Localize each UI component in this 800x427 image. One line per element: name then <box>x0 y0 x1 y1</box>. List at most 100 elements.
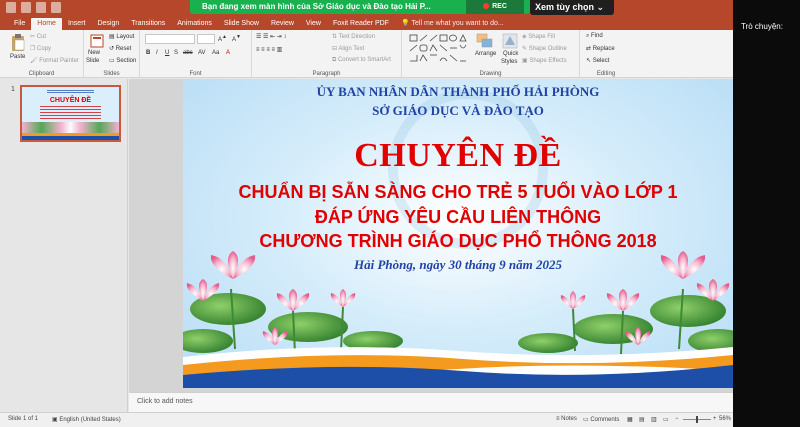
slide-canvas[interactable]: ỦY BAN NHÂN DÂN THÀNH PHỐ HẢI PHÒNG SỞ G… <box>183 79 733 388</box>
align-icons[interactable]: ≡ ≡ ≡ ≡ ▥ <box>256 46 282 53</box>
sorter-view-icon[interactable]: ▤ <box>639 416 645 423</box>
zoom-level[interactable]: 56% <box>719 416 731 422</box>
format-painter-button[interactable]: 🖌 Format Painter <box>30 57 79 64</box>
cut-button[interactable]: ✂ Cut <box>30 33 46 40</box>
smartart-button[interactable]: ⧉ Convert to SmartArt <box>332 57 391 64</box>
font-name-input[interactable] <box>145 34 195 44</box>
change-case-icon[interactable]: Aa <box>212 50 219 56</box>
font-group-label: Font <box>189 71 202 77</box>
section-button[interactable]: ▭ Section <box>109 57 136 64</box>
zoom-in-icon[interactable]: + <box>713 416 717 422</box>
recording-indicator[interactable]: REC <box>466 0 524 14</box>
subtitle-line-2: ĐÁP ỨNG YÊU CẦU LIÊN THÔNG <box>314 207 602 227</box>
tab-view[interactable]: View <box>300 18 327 30</box>
ribbon: Paste ✂ Cut ❐ Copy 🖌 Format Painter Clip… <box>0 30 733 78</box>
shrink-font-icon[interactable]: A▼ <box>232 34 241 43</box>
cursor-icon: ↖ <box>586 58 593 64</box>
notes-toggle[interactable]: ≡ Notes <box>556 416 577 422</box>
font-size-input[interactable] <box>197 34 215 44</box>
language-indicator[interactable]: ▣ English (United States) <box>52 416 121 423</box>
find-button[interactable]: ⌕ Find <box>586 33 603 40</box>
notes-placeholder: Click to add notes <box>137 398 193 405</box>
ribbon-tabs: File Home Insert Design Transitions Anim… <box>0 17 733 30</box>
chat-panel: Trò chuyện: <box>733 0 800 427</box>
tab-file[interactable]: File <box>8 18 31 30</box>
zoom-out-icon[interactable]: − <box>675 416 679 422</box>
view-options-button[interactable]: Xem tùy chọn ⌄ <box>530 0 614 15</box>
org-line-2: SỞ GIÁO DỤC VÀ ĐÀO TẠO <box>372 103 544 118</box>
redo-icon[interactable] <box>36 2 46 13</box>
subtitle-line-1: CHUẨN BỊ SẴN SÀNG CHO TRẺ 5 TUỔI VÀO LỚP… <box>238 182 678 202</box>
notes-pane[interactable]: Click to add notes <box>129 392 733 412</box>
layout-button[interactable]: ▤ Layout <box>109 33 134 40</box>
subtitle-line-3: CHƯƠNG TRÌNH GIÁO DỤC PHỔ THÔNG 2018 <box>259 231 657 251</box>
shapes-gallery-icon[interactable] <box>408 33 470 63</box>
comments-toggle[interactable]: ▭ Comments <box>583 416 619 423</box>
font-color-icon[interactable]: A <box>226 50 230 56</box>
pen-icon: ✎ <box>522 46 529 52</box>
quick-styles-label[interactable]: Quick <box>503 51 518 57</box>
brush-icon: 🖌 <box>30 58 40 64</box>
clipboard-group: Paste ✂ Cut ❐ Copy 🖌 Format Painter Clip… <box>0 30 84 78</box>
align-text-button[interactable]: ⊟ Align Text <box>332 45 364 52</box>
copy-button[interactable]: ❐ Copy <box>30 45 51 52</box>
save-icon[interactable] <box>6 2 16 13</box>
tab-slide-show[interactable]: Slide Show <box>218 18 265 30</box>
tab-home[interactable]: Home <box>31 18 62 30</box>
paste-icon[interactable] <box>10 34 26 52</box>
quick-access-toolbar <box>6 2 61 13</box>
reading-view-icon[interactable]: ▥ <box>651 416 657 423</box>
tell-me-text: Tell me what you want to do... <box>411 20 504 27</box>
thumbnail-title: CHUYÊN ĐỀ <box>49 97 92 104</box>
slide-number: 1 <box>11 86 15 93</box>
scissors-icon: ✂ <box>30 34 37 40</box>
tab-design[interactable]: Design <box>91 18 125 30</box>
spacing-icon[interactable]: AV <box>198 50 206 56</box>
underline-icon[interactable]: U <box>165 50 169 56</box>
present-icon[interactable] <box>51 2 61 13</box>
clipboard-group-label: Clipboard <box>28 71 55 77</box>
select-button[interactable]: ↖ Select <box>586 57 609 64</box>
shape-outline-button[interactable]: ✎ Shape Outline <box>522 45 567 52</box>
quick-styles-label-2[interactable]: Styles <box>501 59 517 65</box>
shape-effects-button[interactable]: ▣ Shape Effects <box>522 57 567 64</box>
new-slide-icon[interactable] <box>90 34 104 48</box>
new-slide-label-2[interactable]: Slide <box>86 58 99 64</box>
slideshow-view-icon[interactable]: ▭ <box>663 416 669 423</box>
bullets-icon[interactable]: ☰ ☰ ⇤ ⇥ ↕ <box>256 33 286 40</box>
record-icon <box>483 3 490 9</box>
status-bar: Slide 1 of 1 ▣ English (United States) ≡… <box>0 412 733 427</box>
tab-review[interactable]: Review <box>265 18 300 30</box>
grow-font-icon[interactable]: A▲ <box>218 34 227 43</box>
tab-transitions[interactable]: Transitions <box>125 18 171 30</box>
slides-group-label: Slides <box>103 71 120 77</box>
reset-button[interactable]: ↺ Reset <box>109 45 131 52</box>
undo-icon[interactable] <box>21 2 31 13</box>
new-slide-label[interactable]: New <box>88 50 100 56</box>
arrange-icon[interactable] <box>476 33 494 49</box>
replace-button[interactable]: ⇄ Replace <box>586 45 615 52</box>
tab-foxit[interactable]: Foxit Reader PDF <box>327 18 395 30</box>
tell-me-box[interactable]: 💡 Tell me what you want to do... <box>395 18 504 30</box>
tab-insert[interactable]: Insert <box>62 18 92 30</box>
slide-thumbnail-pane: 1 CHUYÊN ĐỀ <box>0 79 128 412</box>
font-group: A▲ A▼ B I U S abc AV Aa A Font <box>140 30 252 78</box>
zoom-slider-thumb[interactable] <box>696 416 698 423</box>
paragraph-group-label: Paragraph <box>312 71 341 77</box>
shape-fill-button[interactable]: ◈ Shape Fill <box>522 33 555 40</box>
italic-icon[interactable]: I <box>156 50 158 56</box>
quick-styles-icon[interactable] <box>502 33 518 49</box>
paste-label[interactable]: Paste <box>10 54 25 60</box>
arrange-label[interactable]: Arrange <box>475 51 496 57</box>
replace-icon: ⇄ <box>586 46 593 52</box>
tab-animations[interactable]: Animations <box>171 18 218 30</box>
slide-thumbnail[interactable]: CHUYÊN ĐỀ <box>20 85 121 142</box>
strikethrough-icon[interactable]: abc <box>183 50 193 56</box>
chevron-down-icon: ⌄ <box>596 2 605 12</box>
powerpoint-window: File Home Insert Design Transitions Anim… <box>0 0 733 427</box>
normal-view-icon[interactable]: ▦ <box>627 416 633 423</box>
drawing-group: Arrange Quick Styles ◈ Shape Fill ✎ Shap… <box>402 30 580 78</box>
shadow-icon[interactable]: S <box>174 50 178 56</box>
bold-icon[interactable]: B <box>146 50 150 56</box>
text-direction-button[interactable]: ⇅ Text Direction <box>332 33 375 40</box>
